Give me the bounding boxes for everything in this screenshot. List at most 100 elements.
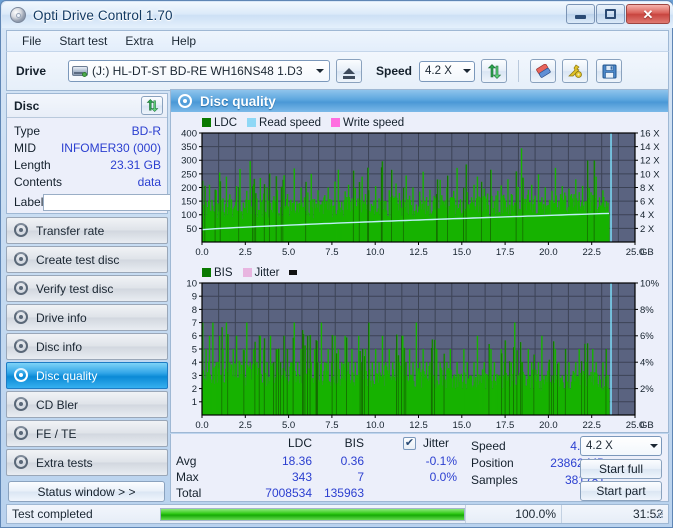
- svg-text:GB: GB: [640, 420, 654, 431]
- svg-text:10%: 10%: [640, 280, 660, 289]
- svg-text:22.5: 22.5: [582, 420, 601, 431]
- stats-avg-jitter: -0.1%: [425, 454, 457, 468]
- svg-text:0.0: 0.0: [195, 420, 208, 431]
- svg-text:2%: 2%: [640, 384, 654, 395]
- panel-header: Disc quality: [171, 90, 668, 112]
- ldc-chart-svg: 50 100 150 200 250 300 350 400 2 X 4 X 6 X 8 X 10 X 1…: [181, 128, 660, 258]
- svg-text:200: 200: [181, 183, 197, 194]
- svg-text:5: 5: [192, 344, 197, 355]
- refresh-arrows-icon: [487, 63, 501, 79]
- disc-refresh-button[interactable]: [141, 96, 163, 115]
- sidebar-item-disc-info[interactable]: Disc info: [6, 333, 168, 360]
- sidebar-item-fe-te[interactable]: FE / TE: [6, 420, 168, 447]
- progress-bar: [160, 507, 465, 521]
- sidebar-item-label: Transfer rate: [36, 223, 105, 238]
- svg-text:20.0: 20.0: [539, 247, 558, 258]
- svg-text:350: 350: [181, 142, 197, 153]
- drive-select-value: (J:) HL-DT-ST BD-RE WH16NS48 1.D3: [92, 64, 303, 78]
- status-bar: Test completed 100.0% 31:52: [6, 504, 669, 524]
- progress-percent: 100.0%: [465, 505, 561, 523]
- svg-text:14 X: 14 X: [640, 142, 660, 153]
- stats-col-ldc: LDC: [287, 436, 312, 450]
- jitter-checkbox[interactable]: ✔: [403, 437, 416, 450]
- chevron-down-icon: [646, 437, 661, 455]
- svg-text:16 X: 16 X: [640, 130, 660, 139]
- disc-row-length-value: 23.31 GB: [110, 157, 161, 172]
- stats-max-ldc: 343: [291, 470, 312, 484]
- disc-label-row: Label: [14, 192, 246, 212]
- disc-info-rows: Type BD-R MID INFOMER30 (000) Length 23.…: [7, 118, 246, 212]
- svg-text:100: 100: [181, 210, 197, 221]
- panel-title: Disc quality: [200, 93, 276, 109]
- sidebar-item-verify-test-disc[interactable]: Verify test disc: [6, 275, 168, 302]
- sidebar-item-label: Extra tests: [36, 455, 93, 470]
- window-controls: ✕: [565, 4, 670, 24]
- sidebar-item-disc-quality[interactable]: Disc quality: [6, 362, 168, 389]
- menu-file[interactable]: File: [13, 32, 50, 50]
- sidebar-item-create-test-disc[interactable]: Create test disc: [6, 246, 168, 273]
- svg-text:12 X: 12 X: [640, 156, 660, 167]
- svg-text:4 X: 4 X: [640, 210, 655, 221]
- legend-swatch: [247, 118, 257, 127]
- speed-select[interactable]: 4.2 X: [419, 60, 476, 82]
- maximize-button[interactable]: [596, 4, 625, 24]
- svg-text:3: 3: [192, 371, 197, 382]
- svg-text:10.0: 10.0: [366, 247, 385, 258]
- sidebar-item-cd-bler[interactable]: CD Bler: [6, 391, 168, 418]
- sidebar-item-extra-tests[interactable]: Extra tests: [6, 449, 168, 476]
- minimize-button[interactable]: [566, 4, 595, 24]
- bis-chart-svg: 1 2 3 4 5 6 7 8 9 10 2% 4% 6% 8% 10% 0.0 2.5 5.0 7.5 10.0 12…: [186, 278, 660, 431]
- legend-entry-bis: BIS: [202, 267, 233, 279]
- stats-total-bis: 135963: [323, 486, 364, 500]
- menu-extra[interactable]: Extra: [116, 32, 162, 50]
- status-window-button[interactable]: Status window > >: [8, 481, 165, 502]
- legend-label: BIS: [214, 266, 233, 279]
- start-full-button[interactable]: Start full: [580, 459, 662, 479]
- disc-row-mid: MID INFOMER30 (000): [14, 139, 161, 156]
- tools-button[interactable]: [562, 59, 589, 83]
- disc-label-caption: Label: [14, 195, 44, 209]
- save-button[interactable]: [596, 59, 623, 83]
- app-disc-icon: [9, 6, 27, 24]
- svg-text:5.0: 5.0: [282, 420, 295, 431]
- sidebar-item-label: Disc info: [36, 339, 83, 354]
- svg-text:17.5: 17.5: [496, 420, 514, 431]
- menu-start-test[interactable]: Start test: [50, 32, 116, 50]
- svg-text:10 X: 10 X: [640, 169, 660, 180]
- refresh-button[interactable]: [481, 59, 508, 83]
- erase-button[interactable]: [530, 59, 557, 83]
- legend-swatch: [331, 118, 341, 127]
- svg-text:10: 10: [186, 280, 197, 289]
- disc-row-type: Type BD-R: [14, 122, 161, 139]
- sidebar-item-drive-info[interactable]: Drive info: [6, 304, 168, 331]
- svg-text:150: 150: [181, 197, 197, 208]
- legend-entry-read-speed: Read speed: [247, 117, 321, 129]
- disc-write-icon: [14, 252, 29, 267]
- bis-chart-legend: BIS Jitter: [202, 265, 668, 280]
- chevron-down-icon: [312, 62, 327, 80]
- resize-grip-icon[interactable]: [655, 510, 665, 520]
- toolbar: Drive (J:) HL-DT-ST BD-RE WH16NS48 1.D3 …: [6, 51, 669, 91]
- close-button[interactable]: ✕: [626, 4, 670, 24]
- svg-text:4: 4: [192, 358, 197, 369]
- legend-entry-write-speed: Write speed: [331, 117, 404, 129]
- legend-swatch-black: [289, 270, 298, 275]
- stats-row-total-label: Total: [176, 486, 202, 500]
- title-bar: Opti Drive Control 1.70 ✕: [2, 2, 673, 28]
- eject-button[interactable]: [336, 59, 362, 83]
- stats-row-max-label: Max: [176, 470, 199, 484]
- svg-text:50: 50: [186, 224, 197, 235]
- start-part-button[interactable]: Start part: [580, 481, 662, 501]
- svg-text:2.5: 2.5: [239, 247, 252, 258]
- menu-help[interactable]: Help: [162, 32, 205, 50]
- sidebar-item-transfer-rate[interactable]: Transfer rate: [6, 217, 168, 244]
- stats-avg-bis: 0.36: [340, 454, 364, 468]
- drive-select[interactable]: (J:) HL-DT-ST BD-RE WH16NS48 1.D3: [68, 60, 330, 82]
- speed-select-bottom-value: 4.2 X: [586, 440, 613, 452]
- disc-row-mid-value: INFOMER30 (000): [60, 140, 161, 155]
- legend-swatch: [202, 268, 211, 277]
- svg-text:8 X: 8 X: [640, 183, 655, 194]
- legend-label: LDC: [214, 116, 238, 129]
- speed-select-bottom[interactable]: 4.2 X: [580, 436, 662, 456]
- disc-info-panel: Disc Type BD-R MID INFOMER30 (000) Lengt…: [6, 93, 246, 214]
